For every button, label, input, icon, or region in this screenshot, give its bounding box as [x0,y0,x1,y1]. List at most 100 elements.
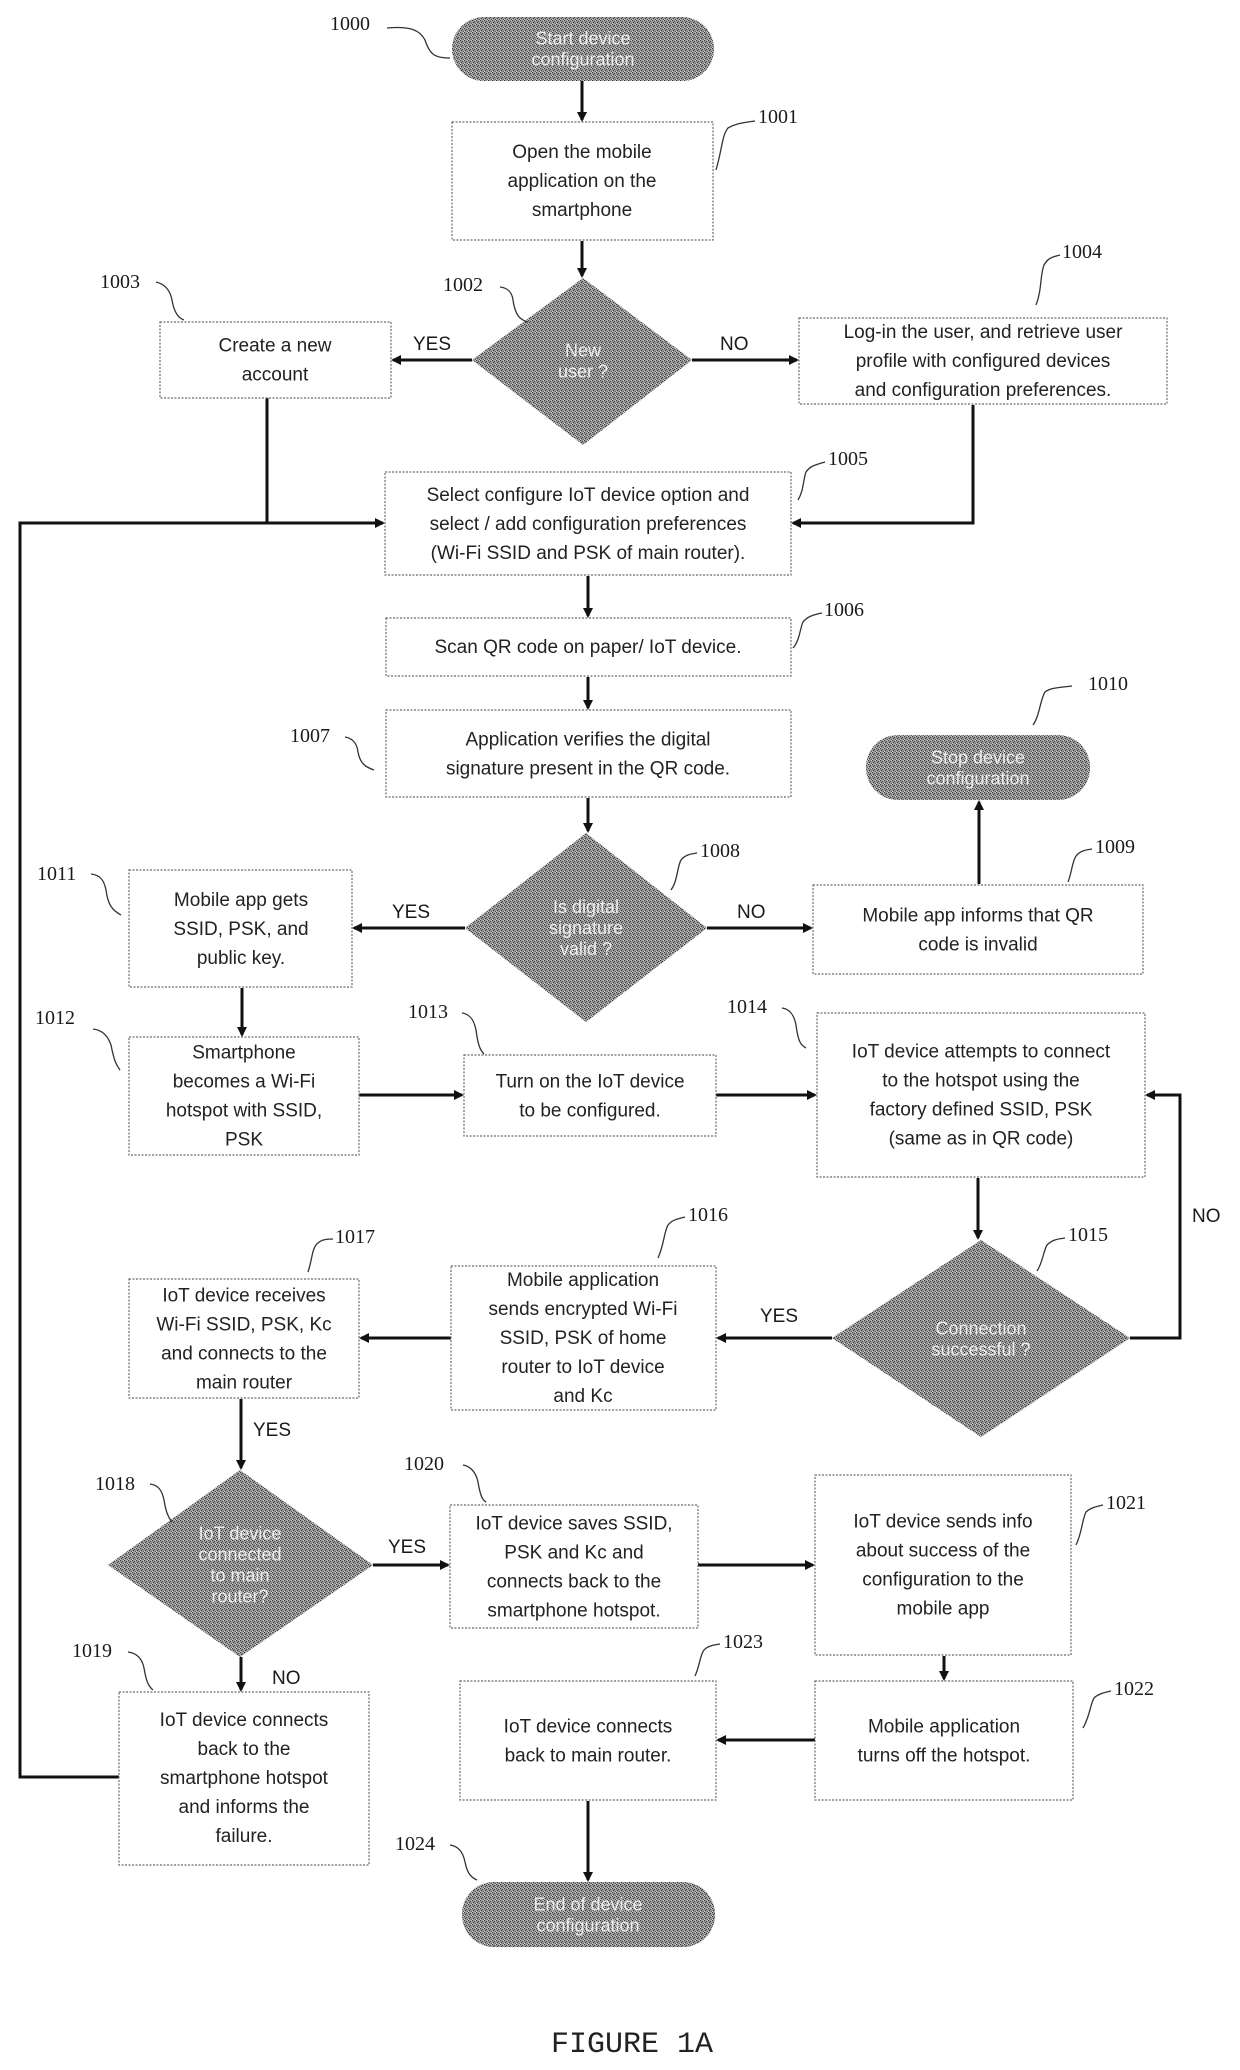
label-1018-yes: YES [388,1537,426,1558]
leader-1010 [1032,685,1073,726]
node-text-line: Wi-Fi SSID, PSK, Kc [156,1315,331,1336]
node-text-line: Mobile application [868,1717,1020,1738]
node-text-line: Is digital [553,897,619,917]
ref-1012: 1012 [35,1007,75,1029]
node-text-line: (Wi-Fi SSID and PSK of main router). [431,543,746,564]
terminal-1010 [866,735,1090,800]
ref-1022: 1022 [1114,1678,1154,1700]
node-text-line: main router [196,1373,293,1394]
ref-1009: 1009 [1095,836,1135,858]
node-text-line: successful ? [931,1340,1030,1360]
leader-1011 [90,873,122,916]
node-text-line: router? [211,1587,268,1607]
figure-caption: FIGURE 1A [551,2028,713,2062]
process-box-1014 [816,1012,1146,1178]
node-text-line: and Kc [553,1386,612,1407]
process-box-1013 [463,1054,717,1137]
leader-1015 [1036,1237,1066,1272]
node-text-line: PSK [225,1130,263,1151]
node-text-line: IoT device connects [160,1710,329,1731]
node-text-line: connects back to the [487,1572,661,1593]
ref-1006: 1006 [824,599,864,621]
node-text-line: (same as in QR code) [889,1129,1074,1150]
leader-1014 [781,1007,807,1049]
text-1004: Log-in the user, and retrieve user profil… [844,322,1124,401]
node-text-line: select / add configuration preferences [430,514,747,535]
node-text-line: Select configure IoT device option and [427,485,750,506]
node-text-line: configuration [926,769,1029,789]
leader-1005 [797,461,826,501]
leader-1008 [670,852,698,891]
leader-1003 [155,281,185,321]
node-text-line: back to the [198,1739,291,1760]
text-1000: Start device configuration [531,29,634,70]
node-text-line: application on the [508,171,657,192]
leader-1001 [715,120,756,171]
ref-1013: 1013 [408,1001,448,1023]
node-text-line: Create a new [218,336,331,357]
ref-1024: 1024 [395,1833,435,1855]
decision-diamond-1015 [832,1240,1130,1437]
leader-1020 [462,1464,487,1503]
process-box-1009 [812,884,1144,975]
leader-1006 [792,612,823,649]
node-text-line: configuration [531,50,634,70]
leader-1000 [386,26,451,59]
ref-1003: 1003 [100,271,140,293]
ref-1005: 1005 [828,448,868,470]
ref-1002: 1002 [443,274,483,296]
node-text-line: and configuration preferences. [855,380,1112,401]
node-text-line: sends encrypted Wi-Fi [488,1299,677,1320]
process-box-1022 [814,1680,1074,1801]
node-text-line: Log-in the user, and retrieve user [844,322,1124,343]
ref-1010: 1010 [1088,673,1128,695]
ref-1014: 1014 [727,996,767,1018]
terminal-1024 [462,1882,715,1947]
text-1006: Scan QR code on paper/ IoT device. [435,637,742,658]
node-text-line: and connects to the [161,1344,327,1365]
node-text-line: Start device [535,29,630,49]
ref-1007: 1007 [290,725,330,747]
node-text-line: back to main router. [505,1746,672,1767]
node-text-line: IoT device receives [162,1286,325,1307]
text-1005: Select configure IoT device option and se… [427,485,750,564]
leader-1019 [127,1651,154,1691]
node-text-line: code is invalid [918,935,1037,956]
node-text-line: smartphone hotspot [160,1768,329,1789]
node-text-line: Turn on the IoT device [495,1072,684,1093]
node-text-line: signature present in the QR code. [446,759,730,780]
ref-1018: 1018 [95,1473,135,1495]
label-1015-yes: YES [760,1306,798,1327]
leader-1017 [307,1238,334,1273]
leader-1004 [1035,254,1061,306]
node-text-line: hotspot with SSID, [166,1101,322,1122]
process-box-1021 [814,1474,1072,1656]
node-text-line: to main [210,1566,269,1586]
ref-1004: 1004 [1062,241,1102,263]
ref-1021: 1021 [1106,1492,1146,1514]
text-1002: New user ? [558,341,608,382]
leader-1021 [1075,1504,1104,1546]
loop-1019-to-1005 [18,521,119,1779]
text-1015: Connection successful ? [931,1319,1030,1360]
node-text-line: End of device [533,1895,642,1915]
leader-1013 [461,1012,485,1055]
node-text-line: public key. [197,948,285,969]
process-box-1023 [459,1680,717,1801]
leader-1018 [149,1483,173,1523]
label-1002-yes: YES [413,334,451,355]
node-text-line: to be configured. [519,1101,661,1122]
label-1002-no: NO [720,334,749,355]
node-text-line: user ? [558,362,608,382]
node-text-line: becomes a Wi-Fi [173,1072,316,1093]
node-text-line: Application verifies the digital [465,730,710,751]
ref-1019: 1019 [72,1640,112,1662]
text-1024: End of device configuration [533,1895,642,1936]
node-text-line: about success of the [856,1541,1030,1562]
node-text-line: turns off the hotspot. [858,1746,1031,1767]
node-text-line: IoT device [199,1524,282,1544]
process-box-1007 [385,709,792,798]
ref-1011: 1011 [37,863,76,885]
node-text-line: IoT device connects [504,1717,673,1738]
node-text-line: SSID, PSK of home [500,1328,667,1349]
